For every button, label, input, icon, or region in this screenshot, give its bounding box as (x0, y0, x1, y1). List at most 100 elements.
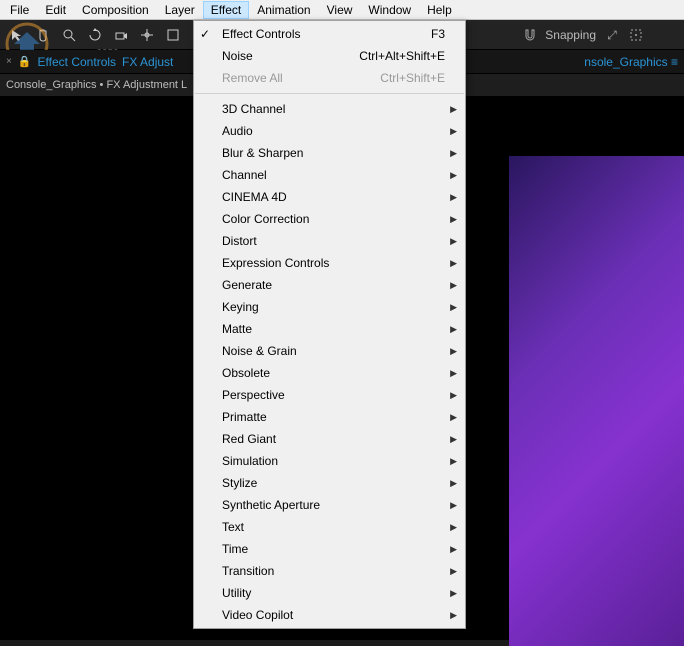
submenu-arrow-icon: ▶ (450, 588, 457, 599)
menu-edit[interactable]: Edit (37, 1, 74, 19)
submenu-arrow-icon: ▶ (450, 104, 457, 115)
submenu-arrow-icon: ▶ (450, 544, 457, 555)
menu-window[interactable]: Window (360, 1, 419, 19)
submenu-arrow-icon: ▶ (450, 368, 457, 379)
menu-item-label: Perspective (222, 388, 285, 402)
menu-item-label: Transition (222, 564, 274, 578)
submenu-arrow-icon: ▶ (450, 236, 457, 247)
menu-item-label: CINEMA 4D (222, 190, 287, 204)
menu-item-label: Red Giant (222, 432, 276, 446)
menu-composition[interactable]: Composition (74, 1, 157, 19)
menu-effect[interactable]: Effect (203, 1, 249, 19)
submenu-arrow-icon: ▶ (450, 302, 457, 313)
menu-category-synthetic-aperture[interactable]: Synthetic Aperture ▶ (194, 494, 465, 516)
submenu-arrow-icon: ▶ (450, 610, 457, 621)
menu-category-transition[interactable]: Transition ▶ (194, 560, 465, 582)
menu-item-label: Obsolete (222, 366, 270, 380)
menu-item-label: Color Correction (222, 212, 309, 226)
menu-view[interactable]: View (319, 1, 361, 19)
submenu-arrow-icon: ▶ (450, 214, 457, 225)
menu-item-label: Time (222, 542, 248, 556)
submenu-arrow-icon: ▶ (450, 390, 457, 401)
menu-item-effect-controls[interactable]: ✓Effect ControlsF3 (194, 23, 465, 45)
snapping-label[interactable]: Snapping (545, 28, 596, 42)
tab-console-graphics[interactable]: nsole_Graphics ≡ (584, 55, 678, 69)
menu-item-label: 3D Channel (222, 102, 285, 116)
menu-category-utility[interactable]: Utility▶ (194, 582, 465, 604)
menu-item-label: Text (222, 520, 244, 534)
menu-category-cinema-4d[interactable]: CINEMA 4D▶ (194, 186, 465, 208)
menu-category-red-giant[interactable]: Red Giant ▶ (194, 428, 465, 450)
tab-effect-controls[interactable]: Effect Controls (38, 55, 116, 69)
lock-icon[interactable]: 🔒 (18, 55, 32, 68)
menu-item-label: Remove All (222, 71, 283, 85)
zoom-tool-icon[interactable] (56, 22, 82, 48)
menu-layer[interactable]: Layer (157, 1, 203, 19)
menu-item-label: Noise & Grain (222, 344, 297, 358)
menu-category-text[interactable]: Text▶ (194, 516, 465, 538)
camera-tool-icon[interactable] (108, 22, 134, 48)
menu-item-label: Audio (222, 124, 253, 138)
menu-category-noise-grain[interactable]: Noise & Grain▶ (194, 340, 465, 362)
menu-category-audio[interactable]: Audio ▶ (194, 120, 465, 142)
menu-category-3d-channel[interactable]: 3D Channel ▶ (194, 98, 465, 120)
submenu-arrow-icon: ▶ (450, 258, 457, 269)
menu-category-generate[interactable]: Generate ▶ (194, 274, 465, 296)
submenu-arrow-icon: ▶ (450, 148, 457, 159)
menu-category-video-copilot[interactable]: Video Copilot ▶ (194, 604, 465, 626)
menu-item-label: Channel (222, 168, 267, 182)
selection-tool-icon[interactable] (4, 22, 30, 48)
menu-item-label: Effect Controls (222, 27, 300, 41)
menu-category-color-correction[interactable]: Color Correction ▶ (194, 208, 465, 230)
menu-category-blur-sharpen[interactable]: Blur & Sharpen ▶ (194, 142, 465, 164)
tab-fx-adjust[interactable]: FX Adjust (122, 55, 173, 69)
submenu-arrow-icon: ▶ (450, 500, 457, 511)
menu-category-keying[interactable]: Keying▶ (194, 296, 465, 318)
menu-category-obsolete[interactable]: Obsolete ▶ (194, 362, 465, 384)
menu-category-perspective[interactable]: Perspective ▶ (194, 384, 465, 406)
close-panel-icon[interactable]: × (6, 56, 12, 67)
menu-category-primatte[interactable]: Primatte ▶ (194, 406, 465, 428)
snap-bounds-icon[interactable] (628, 27, 644, 43)
menu-category-matte[interactable]: Matte ▶ (194, 318, 465, 340)
menu-item-label: Video Copilot (222, 608, 293, 622)
submenu-arrow-icon: ▶ (450, 566, 457, 577)
submenu-arrow-icon: ▶ (450, 170, 457, 181)
menu-item-label: Blur & Sharpen (222, 146, 303, 160)
submenu-arrow-icon: ▶ (450, 412, 457, 423)
snap-expand-icon[interactable]: ⤢ (604, 27, 620, 43)
menu-item-remove-all: Remove All Ctrl+Shift+E (194, 67, 465, 89)
hand-tool-icon[interactable] (30, 22, 56, 48)
menu-separator (195, 93, 464, 94)
menu-item-label: Noise (222, 49, 253, 63)
menu-item-label: Simulation (222, 454, 278, 468)
menu-category-time[interactable]: Time ▶ (194, 538, 465, 560)
menu-category-simulation[interactable]: Simulation ▶ (194, 450, 465, 472)
menu-item-label: Expression Controls (222, 256, 329, 270)
check-icon: ✓ (200, 27, 210, 41)
submenu-arrow-icon: ▶ (450, 456, 457, 467)
anchor-tool-icon[interactable] (134, 22, 160, 48)
menu-help[interactable]: Help (419, 1, 460, 19)
menu-item-label: Matte (222, 322, 252, 336)
submenu-arrow-icon: ▶ (450, 126, 457, 137)
menu-file[interactable]: File (2, 1, 37, 19)
shape-tool-icon[interactable] (160, 22, 186, 48)
menu-item-label: Synthetic Aperture (222, 498, 320, 512)
submenu-arrow-icon: ▶ (450, 280, 457, 291)
menu-category-channel[interactable]: Channel ▶ (194, 164, 465, 186)
menu-item-noise[interactable]: Noise Ctrl+Alt+Shift+E (194, 45, 465, 67)
menu-item-label: Generate (222, 278, 272, 292)
effect-menu-dropdown: ✓Effect ControlsF3NoiseCtrl+Alt+Shift+ER… (193, 20, 466, 629)
submenu-arrow-icon: ▶ (450, 324, 457, 335)
rotation-tool-icon[interactable] (82, 22, 108, 48)
menu-shortcut: Ctrl+Alt+Shift+E (359, 49, 445, 63)
menu-category-stylize[interactable]: Stylize▶ (194, 472, 465, 494)
menu-animation[interactable]: Animation (249, 1, 318, 19)
submenu-arrow-icon: ▶ (450, 434, 457, 445)
magnet-icon[interactable] (523, 28, 537, 42)
menu-category-expression-controls[interactable]: Expression Controls ▶ (194, 252, 465, 274)
menu-category-distort[interactable]: Distort▶ (194, 230, 465, 252)
menu-shortcut: Ctrl+Shift+E (380, 71, 445, 85)
menu-item-label: Primatte (222, 410, 267, 424)
